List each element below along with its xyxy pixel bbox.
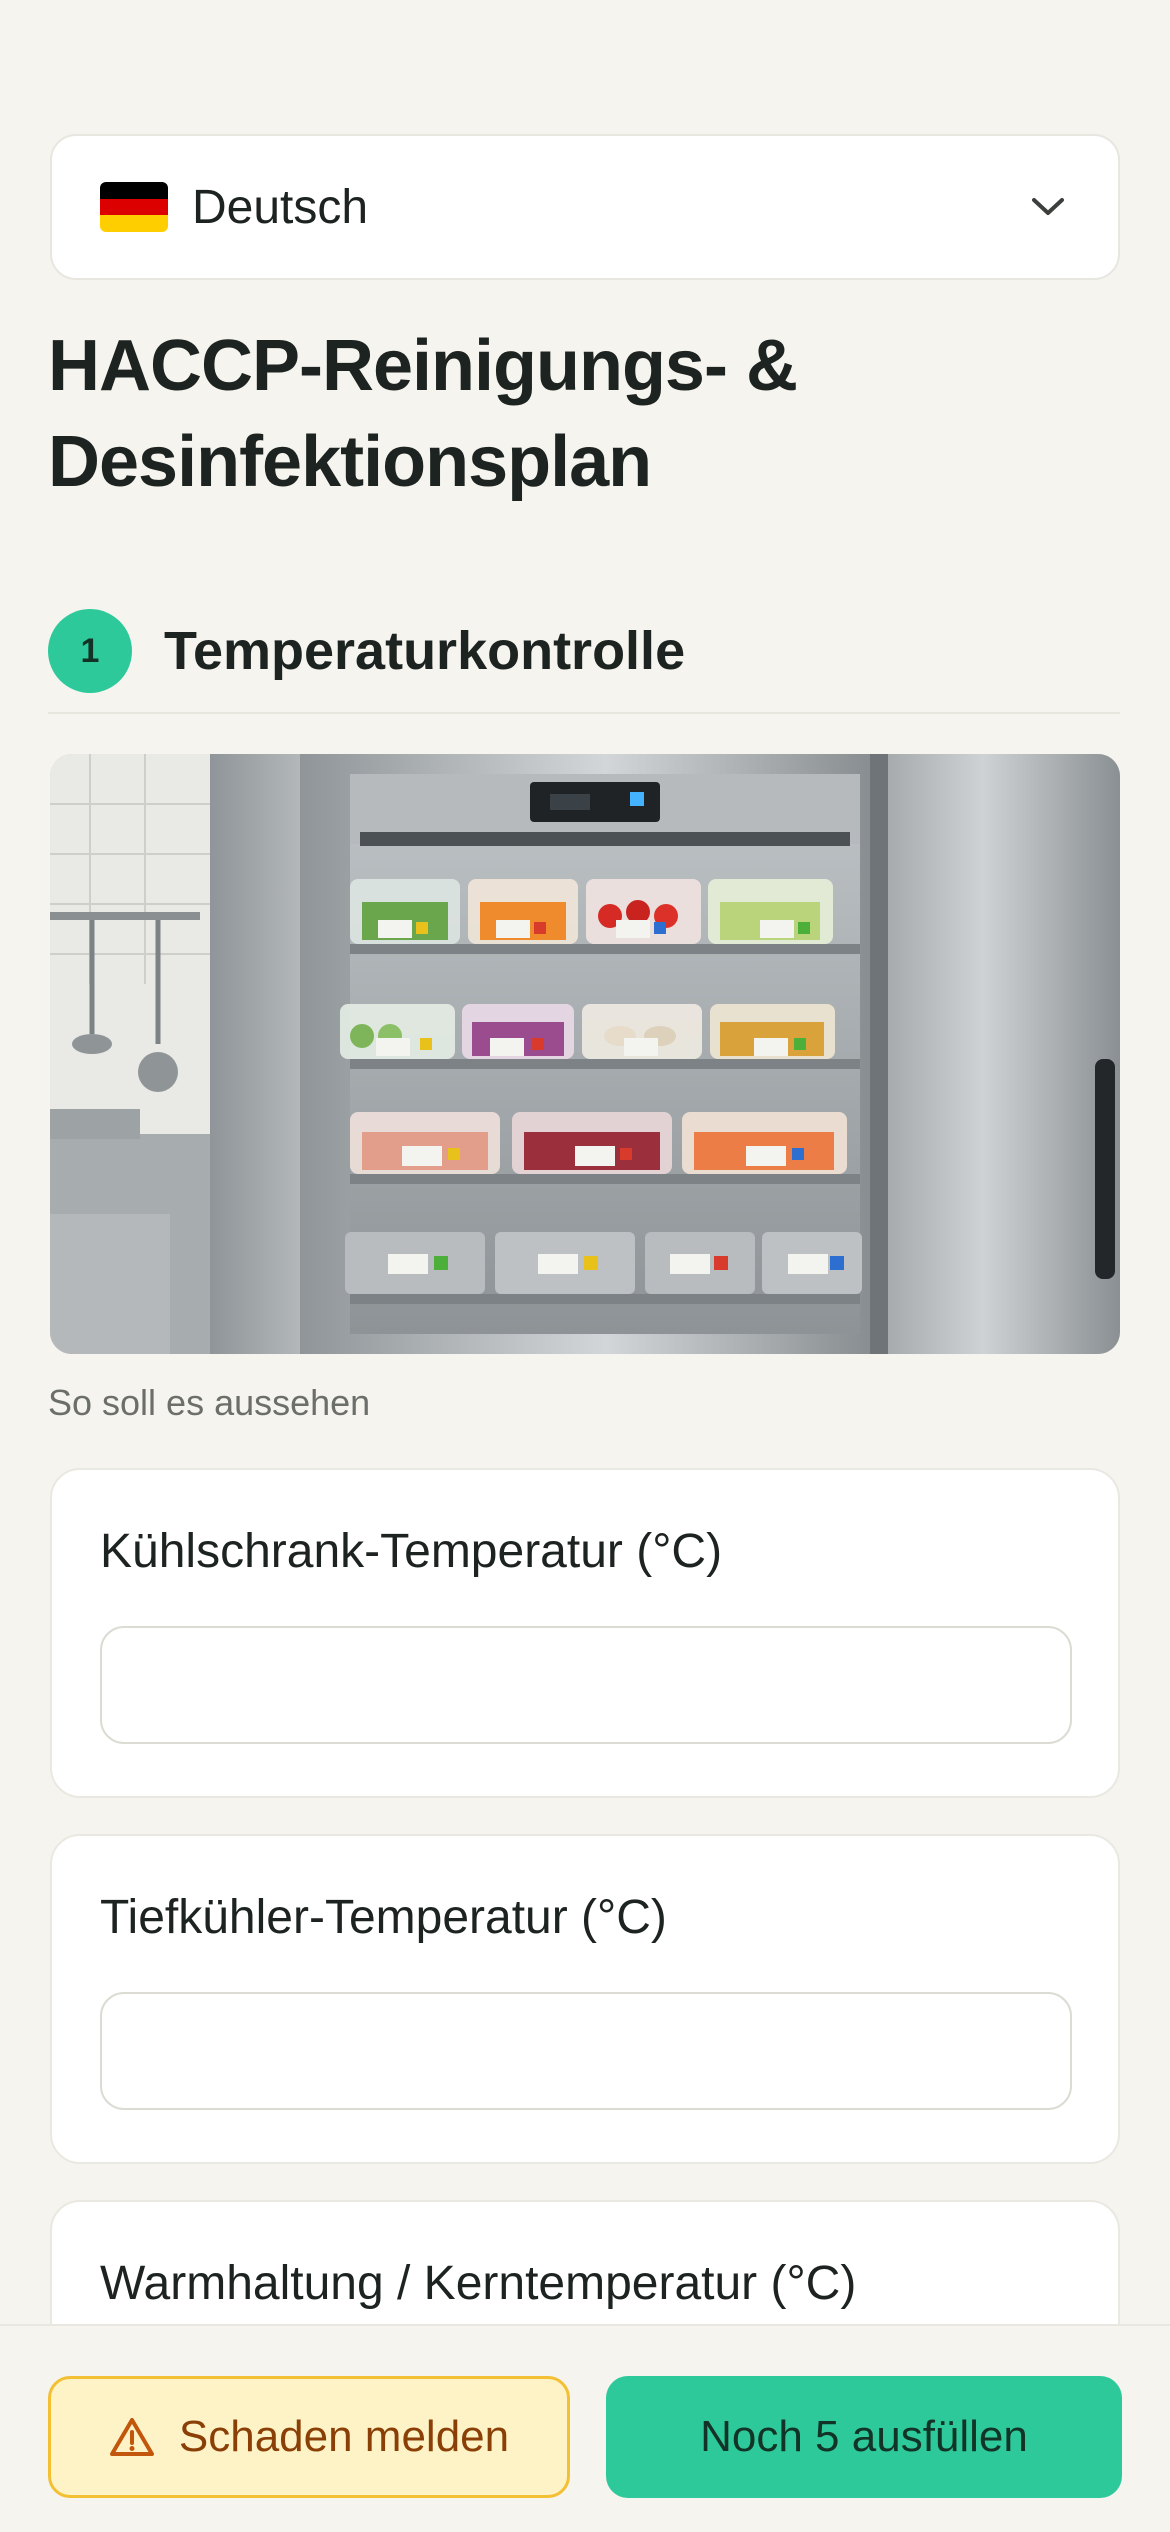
step-number-badge: 1 bbox=[48, 609, 132, 693]
report-damage-button[interactable]: Schaden melden bbox=[48, 2376, 570, 2498]
germany-flag-icon bbox=[100, 182, 168, 232]
reference-image bbox=[50, 754, 1120, 1354]
field-label: Warmhaltung / Kerntemperatur (°C) bbox=[100, 2257, 857, 2310]
bottom-action-bar: Schaden melden Noch 5 ausfüllen bbox=[0, 2324, 1170, 2532]
reference-image-caption: So soll es aussehen bbox=[48, 1382, 371, 1423]
field-label: Tiefkühler-Temperatur (°C) bbox=[100, 1891, 667, 1944]
warning-triangle-icon bbox=[109, 2416, 155, 2458]
page-title: HACCP-Reinigungs- & Desinfektionsplan bbox=[48, 326, 798, 502]
section-header: 1 Temperaturkontrolle bbox=[48, 604, 1120, 714]
field-card-freezer-temperature: Tiefkühler-Temperatur (°C) bbox=[50, 1834, 1120, 2164]
freezer-temperature-input[interactable] bbox=[100, 1992, 1072, 2110]
page: Deutsch HACCP-Reinigungs- & Desinfektion… bbox=[0, 0, 1170, 2532]
field-card-fridge-temperature: Kühlschrank-Temperatur (°C) bbox=[50, 1468, 1120, 1798]
section-title: Temperaturkontrolle bbox=[164, 621, 686, 681]
language-select[interactable]: Deutsch bbox=[50, 134, 1120, 280]
fridge-temperature-input[interactable] bbox=[100, 1626, 1072, 1744]
chevron-down-icon bbox=[1026, 185, 1070, 229]
fill-remaining-button[interactable]: Noch 5 ausfüllen bbox=[606, 2376, 1122, 2498]
report-damage-label: Schaden melden bbox=[178, 2412, 510, 2461]
field-label: Kühlschrank-Temperatur (°C) bbox=[100, 1525, 723, 1578]
language-label: Deutsch bbox=[192, 180, 369, 234]
